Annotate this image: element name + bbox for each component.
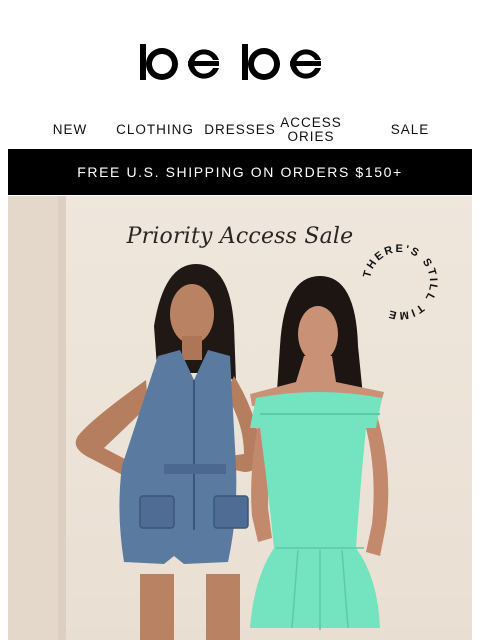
hero-headline: Priority Access Sale [126, 224, 354, 249]
nav-item-dresses[interactable]: DRESSES [200, 114, 280, 146]
nav-item-accessories[interactable]: ACCESSORIES [280, 114, 342, 146]
header: bebe [0, 0, 480, 112]
nav-item-label: ACCESSORIES [280, 115, 342, 144]
bebe-logo[interactable] [138, 42, 342, 82]
shipping-banner[interactable]: FREE U.S. SHIPPING ON ORDERS $150+ [8, 149, 472, 195]
hero-illustration: THERE'S STILL TIME [8, 196, 472, 640]
main-nav: NEW CLOTHING DRESSES ACCESSORIES SALE [0, 114, 480, 146]
nav-item-label: CLOTHING [116, 122, 194, 137]
nav-item-label: DRESSES [204, 122, 276, 137]
nav-item-label: SALE [390, 122, 430, 137]
nav-item-clothing[interactable]: CLOTHING [112, 114, 198, 146]
hero-image[interactable]: THERE'S STILL TIME Priority Access Sale [8, 196, 472, 640]
nav-item-new[interactable]: NEW [40, 114, 100, 146]
wall-edge [58, 196, 66, 640]
wall-shadow [8, 196, 58, 640]
nav-item-label: NEW [52, 122, 88, 137]
nav-item-sale[interactable]: SALE [380, 114, 440, 146]
shipping-banner-text: FREE U.S. SHIPPING ON ORDERS $150+ [77, 164, 403, 180]
